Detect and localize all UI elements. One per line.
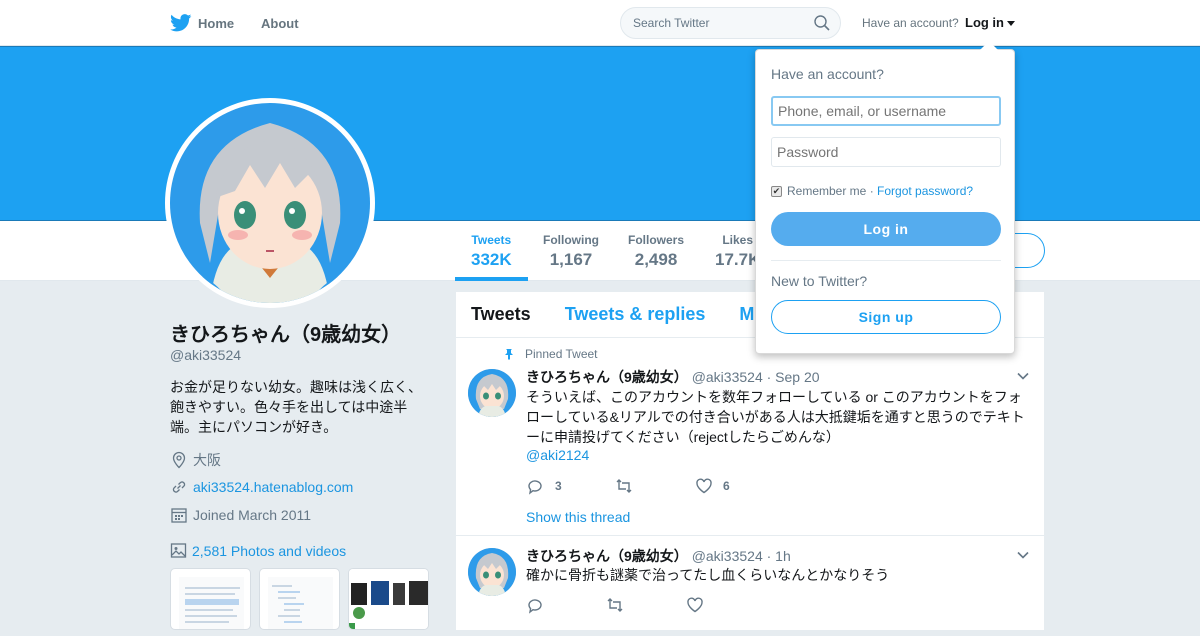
search-input[interactable]: Search Twitter — [620, 7, 841, 39]
search-icon[interactable] — [814, 15, 830, 31]
pinned-indicator: Pinned Tweet — [503, 347, 598, 361]
pin-icon — [505, 349, 513, 360]
profile-location: 大阪 — [170, 450, 221, 470]
tweet-timestamp[interactable]: · Sep 20 — [767, 369, 820, 385]
chevron-down-icon[interactable] — [1016, 548, 1030, 562]
profile-avatar[interactable] — [165, 98, 375, 308]
remember-me-label[interactable]: Remember me — [787, 184, 866, 198]
password-field[interactable] — [771, 137, 1001, 167]
stat-label: Likes — [722, 233, 754, 247]
tweet-actions: 3 6 — [526, 477, 730, 495]
tab-media[interactable]: M — [739, 304, 754, 325]
tab-tweets-and-replies[interactable]: Tweets & replies — [565, 304, 706, 325]
reply-icon[interactable] — [526, 596, 544, 614]
like-count: 6 — [723, 479, 730, 493]
tweet-avatar[interactable] — [468, 369, 516, 417]
link-icon — [172, 481, 186, 493]
stat-followers[interactable]: Followers 2,498 — [628, 233, 684, 270]
retweet-icon[interactable] — [615, 477, 633, 495]
media-thumbnail[interactable] — [348, 568, 429, 630]
tweet-avatar[interactable] — [468, 548, 516, 596]
signup-button[interactable]: Sign up — [771, 300, 1001, 334]
image-icon — [170, 543, 187, 558]
stat-value: 17.7K — [715, 250, 761, 269]
username-field[interactable] — [771, 96, 1001, 126]
show-thread-link[interactable]: Show this thread — [526, 507, 1031, 527]
stat-label: Followers — [628, 233, 685, 247]
stat-value: 332K — [471, 250, 512, 269]
pinned-label: Pinned Tweet — [525, 347, 598, 361]
forgot-password-link[interactable]: Forgot password? — [877, 184, 973, 198]
tweet-author-handle[interactable]: @aki33524 — [692, 369, 763, 385]
tweet-header: きひろちゃん（9歳幼女） @aki33524 · 1h — [526, 546, 791, 566]
tweet-actions — [526, 596, 704, 614]
stat-likes[interactable]: Likes 17.7K — [715, 233, 760, 270]
have-account-text: Have an account? — [862, 16, 959, 30]
tweet-item[interactable]: きひろちゃん（9歳幼女） @aki33524 · 1h 確かに骨折も謎薬で治って… — [456, 536, 1044, 636]
media-thumbnail[interactable] — [259, 568, 340, 630]
nav-home-link[interactable]: Home — [170, 0, 234, 46]
media-thumbnail[interactable] — [170, 568, 251, 630]
stat-following[interactable]: Following 1,167 — [543, 233, 599, 270]
profile-name[interactable]: きひろちゃん（9歳幼女） — [170, 318, 401, 347]
caret-down-icon — [1007, 21, 1015, 27]
reply-count: 3 — [555, 479, 562, 493]
stat-label: Tweets — [471, 233, 512, 247]
stat-label: Following — [543, 233, 599, 247]
tweet-author-name[interactable]: きひろちゃん（9歳幼女） — [526, 369, 688, 385]
joined-text: Joined March 2011 — [193, 507, 312, 523]
stat-value: 2,498 — [634, 250, 678, 269]
anime-avatar-image — [468, 369, 516, 417]
profile-website: aki33524.hatenablog.com — [170, 478, 353, 496]
calendar-icon — [171, 508, 187, 523]
new-to-twitter-text: New to Twitter? — [771, 273, 868, 289]
like-heart-icon[interactable] — [686, 596, 704, 614]
website-link[interactable]: aki33524.hatenablog.com — [193, 479, 353, 495]
tweet-author-name[interactable]: きひろちゃん（9歳幼女） — [526, 548, 688, 564]
login-dropdown: Have an account? ✔ Remember me · Forgot … — [755, 41, 1015, 354]
like-heart-icon[interactable] — [695, 477, 713, 495]
login-dropdown-toggle[interactable]: Log in — [965, 15, 1015, 30]
stat-tweets[interactable]: Tweets 332K — [471, 233, 512, 270]
search-placeholder: Search Twitter — [633, 16, 710, 30]
file-tree-screenshot-thumbnail — [268, 577, 333, 629]
location-text: 大阪 — [193, 452, 221, 468]
profile-joined: Joined March 2011 — [170, 506, 311, 524]
tweet-author-handle[interactable]: @aki33524 — [692, 548, 763, 564]
active-stat-underline — [455, 277, 528, 281]
twitter-bird-icon — [170, 14, 192, 32]
remember-me-checkbox[interactable]: ✔ — [771, 185, 782, 197]
profile-handle: @aki33524 — [170, 347, 242, 363]
tweet-timestamp[interactable]: · 1h — [767, 548, 791, 564]
divider — [771, 260, 1001, 261]
book-covers-thumbnail — [349, 569, 428, 629]
profile-bio: お金が足りない幼女。趣味は浅く広く、飽きやすい。色々手を出しては中途半端。主にパ… — [170, 379, 422, 435]
tweet-header: きひろちゃん（9歳幼女） @aki33524 · Sep 20 — [526, 367, 820, 387]
reply-icon[interactable] — [526, 477, 544, 495]
photos-videos-link[interactable]: 2,581 Photos and videos — [170, 542, 346, 559]
chevron-down-icon[interactable] — [1016, 369, 1030, 383]
top-navigation-bar: Home About Search Twitter Have an accoun… — [0, 0, 1200, 46]
login-toggle-label: Log in — [965, 15, 1004, 30]
tab-tweets[interactable]: Tweets — [471, 304, 531, 325]
photos-videos-label: 2,581 Photos and videos — [192, 542, 347, 559]
tweet-text: そういえば、このアカウントを数年フォローしている or このアカウントをフォロー… — [526, 389, 1025, 445]
nav-home-label: Home — [198, 15, 235, 31]
stat-value: 1,167 — [549, 250, 593, 269]
nav-about-link[interactable]: About — [261, 0, 299, 46]
dropdown-title: Have an account? — [771, 66, 884, 82]
location-pin-icon — [172, 451, 186, 469]
tweet-text: 確かに骨折も謎薬で治ってたし血くらいなんとかなりそう — [526, 567, 890, 583]
document-screenshot-thumbnail — [179, 577, 244, 629]
tweet-item[interactable]: Pinned Tweet きひろちゃん（9歳幼女） @aki33524 · Se… — [456, 339, 1044, 536]
remember-row: ✔ Remember me · Forgot password? — [771, 184, 973, 198]
retweet-icon[interactable] — [606, 596, 624, 614]
anime-avatar-image — [170, 103, 370, 303]
login-button[interactable]: Log in — [771, 212, 1001, 246]
anime-avatar-image — [468, 548, 516, 596]
separator-dot: · — [866, 184, 878, 198]
tweet-mention-link[interactable]: @aki2124 — [526, 445, 1031, 465]
